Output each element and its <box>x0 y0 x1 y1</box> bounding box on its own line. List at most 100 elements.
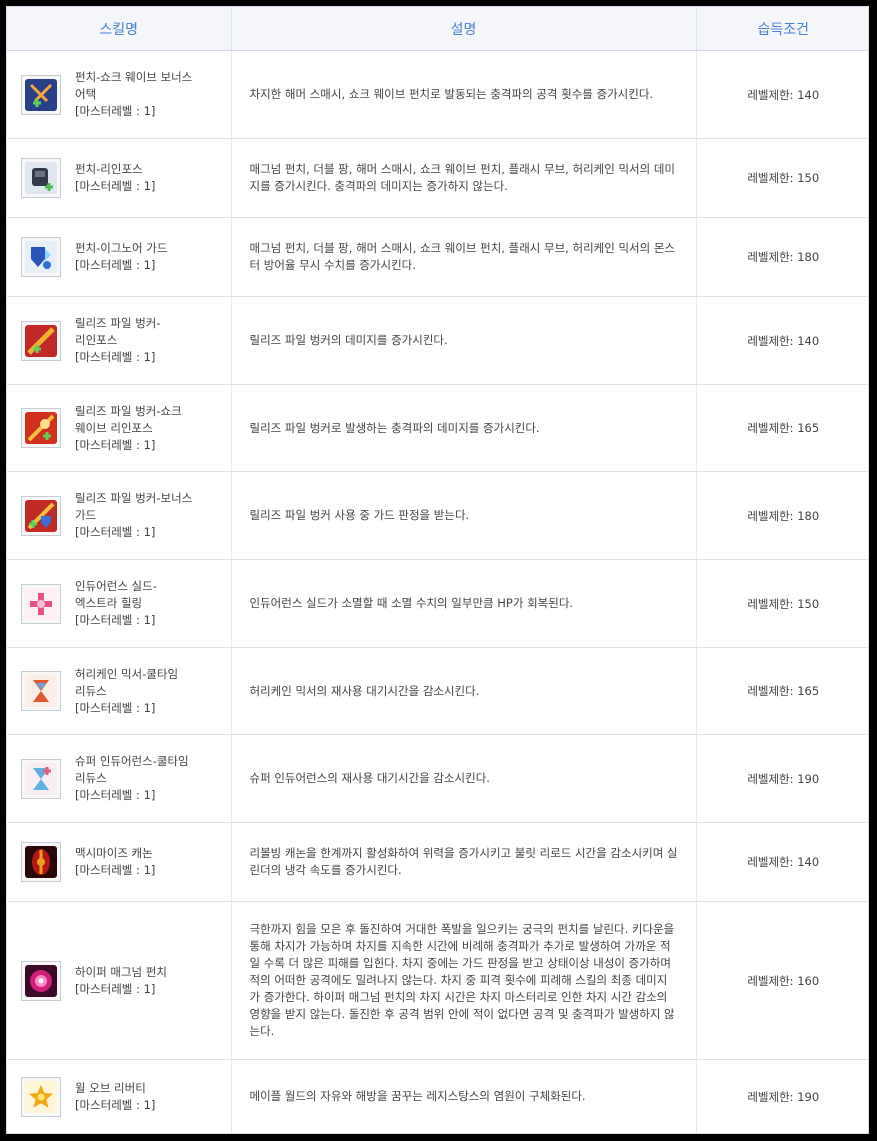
master-level: [마스터레벨 : 1] <box>75 179 156 193</box>
golden-star-emblem-icon <box>21 1076 61 1117</box>
skill-description: 인듀어런스 실드가 소멸할 때 소멸 수치의 일부만큼 HP가 회복된다. <box>249 596 574 610</box>
table-row: 릴리즈 파일 벙커- 리인포스 [마스터레벨 : 1] 릴리즈 파일 벙커의 데미지를… <box>7 296 868 385</box>
table-row: 맥시마이즈 캐논 [마스터레벨 : 1] 리볼빙 캐논을 한계까지 활성화하여 위력… <box>7 822 868 902</box>
skill-description: 메이플 월드의 자유와 해방을 꿈꾸는 레지스탕스의 염원이 구체화된다. <box>249 1089 586 1103</box>
master-level: [마스터레벨 : 1] <box>75 788 156 802</box>
skill-name: 윌 오브 리버티 [마스터레벨 : 1] <box>75 1080 155 1114</box>
requirement-cell: 레벨제한: 150 <box>696 138 868 218</box>
skill-name: 릴리즈 파일 벙커-보너스가드 [마스터레벨 : 1] <box>75 490 192 541</box>
requirement-cell: 레벨제한: 190 <box>696 1059 868 1133</box>
table-row: 인듀어런스 실드- 엑스트라 힐링 [마스터레벨 : 1] 인듀어런스 실드가 소멸할… <box>7 559 868 648</box>
table-row: 슈퍼 인듀어런스-쿨타임리듀스 [마스터레벨 : 1] 슈퍼 인듀어런스의 재사용 … <box>7 734 868 823</box>
skill-name-line: 가드 <box>75 508 97 522</box>
fire-guard-shield-icon <box>21 495 61 536</box>
master-level: [마스터레벨 : 1] <box>75 104 156 118</box>
description-cell: 릴리즈 파일 벙커 사용 중 가드 판정을 받는다. <box>231 471 697 560</box>
skill-name-line: 슈퍼 인듀어런스-쿨타임 <box>75 754 189 768</box>
master-level: [마스터레벨 : 1] <box>75 525 156 539</box>
fire-wave-plus-icon <box>21 408 61 448</box>
skill-name-line: 리듀스 <box>75 683 107 698</box>
skill-name-line: 웨이브 리인포스 <box>75 420 153 435</box>
skill-description: 차지한 해머 스매시, 쇼크 웨이브 펀치로 발동되는 충격파의 공격 횟수를 … <box>249 87 654 101</box>
skill-name-line: 리듀스 <box>75 771 107 785</box>
skill-name-cell: 펀치-이그노어 가드 [마스터레벨 : 1] <box>7 217 232 297</box>
table-row: 하이퍼 매그넘 펀치 [마스터레벨 : 1] 극한까지 힘을 모은 후 돌진하여 거… <box>7 901 868 1060</box>
description-cell: 극한까지 힘을 모은 후 돌진하여 거대한 폭발을 일으키는 궁극의 펀치를 날… <box>231 901 697 1060</box>
blue-shield-arrow-icon <box>21 237 61 277</box>
master-level: [마스터레벨 : 1] <box>75 437 156 452</box>
skill-description: 매그넘 펀치, 더블 팡, 해머 스매시, 쇼크 웨이브 펀치, 플래시 무브,… <box>249 162 676 193</box>
skill-name-line: 허리케인 믹서-쿨타임 <box>75 666 179 681</box>
table-row: 윌 오브 리버티 [마스터레벨 : 1] 메이플 월드의 자유와 해방을 꿈꾸는 레… <box>7 1059 868 1133</box>
requirement-cell: 레벨제한: 190 <box>696 734 868 823</box>
master-level: [마스터레벨 : 1] <box>75 613 156 627</box>
skill-name-cell: 릴리즈 파일 벙커-보너스가드 [마스터레벨 : 1] <box>7 471 232 560</box>
header-requirement: 습득조건 <box>696 7 868 51</box>
description-cell: 슈퍼 인듀어런스의 재사용 대기시간을 감소시킨다. <box>231 734 697 823</box>
table-row: 펀치-리인포스 [마스터레벨 : 1] 매그넘 펀치, 더블 팡, 해머 스매시, … <box>7 138 868 218</box>
skill-name-cell: 윌 오브 리버티 [마스터레벨 : 1] <box>7 1059 232 1133</box>
fire-pile-bunker-plus-icon <box>21 320 61 361</box>
skill-name: 릴리즈 파일 벙커-쇼크웨이브 리인포스 [마스터레벨 : 1] <box>75 403 182 454</box>
skill-name: 펀치-쇼크 웨이브 보너스어택 [마스터레벨 : 1] <box>75 69 192 120</box>
master-level: [마스터레벨 : 1] <box>75 1097 156 1112</box>
table-row: 릴리즈 파일 벙커-보너스가드 [마스터레벨 : 1] 릴리즈 파일 벙커 사용 중… <box>7 471 868 560</box>
skill-name-cell: 펀치-리인포스 [마스터레벨 : 1] <box>7 138 232 218</box>
requirement-cell: 레벨제한: 180 <box>696 471 868 560</box>
skill-name: 릴리즈 파일 벙커- 리인포스 [마스터레벨 : 1] <box>75 315 161 366</box>
description-cell: 매그넘 펀치, 더블 팡, 해머 스매시, 쇼크 웨이브 펀치, 플래시 무브,… <box>231 138 697 218</box>
header-description: 설명 <box>231 7 697 51</box>
skill-name-cell: 허리케인 믹서-쿨타임리듀스 [마스터레벨 : 1] <box>7 647 232 735</box>
skill-name-line: 인듀어런스 실드- <box>75 579 157 593</box>
table-row: 허리케인 믹서-쿨타임리듀스 [마스터레벨 : 1] 허리케인 믹서의 재사용 대기… <box>7 647 868 735</box>
description-cell: 릴리즈 파일 벙커의 데미지를 증가시킨다. <box>231 296 697 385</box>
skill-name-line: 릴리즈 파일 벙커- <box>75 316 161 330</box>
requirement-cell: 레벨제한: 150 <box>696 559 868 648</box>
skill-name: 슈퍼 인듀어런스-쿨타임리듀스 [마스터레벨 : 1] <box>75 753 189 804</box>
hourglass-flame-icon <box>21 671 61 711</box>
skill-name-line: 하이퍼 매그넘 펀치 <box>75 964 167 979</box>
requirement-cell: 레벨제한: 160 <box>696 901 868 1060</box>
skill-name-cell: 인듀어런스 실드- 엑스트라 힐링 [마스터레벨 : 1] <box>7 559 232 648</box>
table-row: 릴리즈 파일 벙커-쇼크 웨이브 리인포스 [마스터레벨 : 1] 릴리즈 파일 벙커… <box>7 384 868 472</box>
requirement-cell: 레벨제한: 140 <box>696 296 868 385</box>
skill-name: 맥시마이즈 캐논 [마스터레벨 : 1] <box>75 845 155 879</box>
skill-description: 슈퍼 인듀어런스의 재사용 대기시간을 감소시킨다. <box>249 771 490 785</box>
requirement-cell: 레벨제한: 140 <box>696 50 868 139</box>
skill-name-cell: 하이퍼 매그넘 펀치 [마스터레벨 : 1] <box>7 901 232 1060</box>
skill-name-line: 펀치-이그노어 가드 <box>75 241 168 255</box>
skill-name-line: 펀치-쇼크 웨이브 보너스 <box>75 70 193 84</box>
requirement-cell: 레벨제한: 180 <box>696 217 868 297</box>
skill-name-cell: 릴리즈 파일 벙커-쇼크웨이브 리인포스 [마스터레벨 : 1] <box>7 384 232 472</box>
description-cell: 리볼빙 캐논을 한계까지 활성화하여 위력을 증가시키고 불릿 리로드 시간을 … <box>231 822 697 902</box>
skill-name-line: 펀치-리인포스 <box>75 162 143 176</box>
skill-name-cell: 슈퍼 인듀어런스-쿨타임리듀스 [마스터레벨 : 1] <box>7 734 232 823</box>
skill-name-line: 윌 오브 리버티 <box>75 1080 146 1095</box>
skill-name-line: 맥시마이즈 캐논 <box>75 846 153 860</box>
description-cell: 릴리즈 파일 벙커로 발생하는 충격파의 데미지를 증가시킨다. <box>231 384 697 472</box>
skill-name-line: 엑스트라 힐링 <box>75 596 143 610</box>
skill-description: 허리케인 믹서의 재사용 대기시간을 감소시킨다. <box>249 683 480 698</box>
requirement-cell: 레벨제한: 140 <box>696 822 868 902</box>
magenta-energy-burst-icon <box>21 960 61 1001</box>
skill-name: 하이퍼 매그넘 펀치 [마스터레벨 : 1] <box>75 964 167 998</box>
skill-name-line: 릴리즈 파일 벙커-보너스 <box>75 491 193 505</box>
skill-name: 펀치-이그노어 가드 [마스터레벨 : 1] <box>75 240 167 274</box>
requirement-cell: 레벨제한: 165 <box>696 384 868 472</box>
crossed-swords-plus-icon <box>21 74 61 115</box>
skill-name-line: 어택 <box>75 87 97 101</box>
skill-name-line: 릴리즈 파일 벙커-쇼크 <box>75 403 182 418</box>
header-skill-name: 스킬명 <box>7 7 232 51</box>
description-cell: 차지한 해머 스매시, 쇼크 웨이브 펀치로 발동되는 충격파의 공격 횟수를 … <box>231 50 697 139</box>
skill-name-cell: 릴리즈 파일 벙커- 리인포스 [마스터레벨 : 1] <box>7 296 232 385</box>
skill-description: 매그넘 펀치, 더블 팡, 해머 스매시, 쇼크 웨이브 펀치, 플래시 무브,… <box>249 241 676 272</box>
master-level: [마스터레벨 : 1] <box>75 350 156 364</box>
description-cell: 메이플 월드의 자유와 해방을 꿈꾸는 레지스탕스의 염원이 구체화된다. <box>231 1059 697 1133</box>
skill-description: 릴리즈 파일 벙커의 데미지를 증가시킨다. <box>249 333 448 347</box>
skill-name: 펀치-리인포스 [마스터레벨 : 1] <box>75 161 155 195</box>
table-row: 펀치-이그노어 가드 [마스터레벨 : 1] 매그넘 펀치, 더블 팡, 해머 스매… <box>7 217 868 297</box>
master-level: [마스터레벨 : 1] <box>75 700 156 715</box>
skill-description: 릴리즈 파일 벙커 사용 중 가드 판정을 받는다. <box>249 508 470 522</box>
master-level: [마스터레벨 : 1] <box>75 258 156 272</box>
pink-heal-cross-icon <box>21 583 61 624</box>
